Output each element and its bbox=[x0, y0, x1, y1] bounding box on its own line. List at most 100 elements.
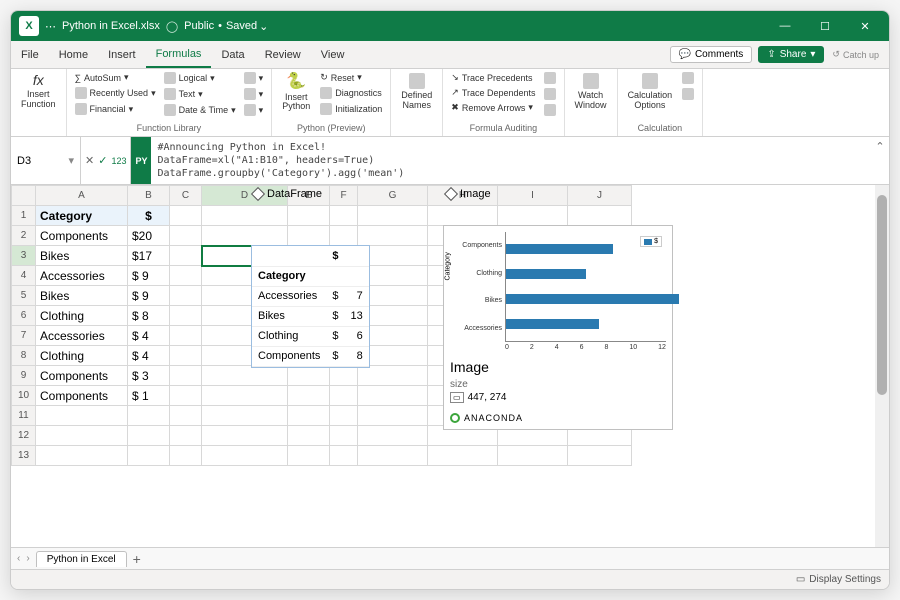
cell-C5[interactable] bbox=[170, 286, 202, 306]
col-header-B[interactable]: B bbox=[128, 186, 170, 206]
cell-B10[interactable]: $ 1 bbox=[128, 386, 170, 406]
cell-B11[interactable] bbox=[128, 406, 170, 426]
trace-dependents-button[interactable]: ↗Trace Dependents bbox=[449, 86, 537, 99]
col-header-J[interactable]: J bbox=[568, 186, 632, 206]
datetime-button[interactable]: Date & Time▾ bbox=[162, 103, 238, 117]
tab-file[interactable]: File bbox=[11, 41, 49, 68]
cell-D13[interactable] bbox=[202, 446, 288, 466]
cell-F2[interactable] bbox=[330, 226, 358, 246]
tab-home[interactable]: Home bbox=[49, 41, 98, 68]
cell-F13[interactable] bbox=[330, 446, 358, 466]
recently-used-button[interactable]: Recently Used▾ bbox=[73, 86, 158, 100]
add-sheet-button[interactable]: + bbox=[133, 551, 141, 567]
row-header-3[interactable]: 3 bbox=[12, 246, 36, 266]
cell-E10[interactable] bbox=[288, 386, 330, 406]
cell-A6[interactable]: Clothing bbox=[36, 306, 128, 326]
tab-data[interactable]: Data bbox=[211, 41, 254, 68]
cell-A8[interactable]: Clothing bbox=[36, 346, 128, 366]
logical-button[interactable]: Logical▾ bbox=[162, 71, 238, 85]
cell-G2[interactable] bbox=[358, 226, 428, 246]
financial-button[interactable]: Financial▾ bbox=[73, 102, 158, 116]
calc-extra-1[interactable] bbox=[680, 71, 696, 85]
cell-C3[interactable] bbox=[170, 246, 202, 266]
row-header-2[interactable]: 2 bbox=[12, 226, 36, 246]
row-header-4[interactable]: 4 bbox=[12, 266, 36, 286]
cell-E2[interactable] bbox=[288, 226, 330, 246]
row-header-13[interactable]: 13 bbox=[12, 446, 36, 466]
maximize-button[interactable]: ☐ bbox=[805, 11, 845, 41]
watch-window-button[interactable]: Watch Window bbox=[571, 71, 611, 113]
tab-insert[interactable]: Insert bbox=[98, 41, 146, 68]
cell-E1[interactable] bbox=[288, 206, 330, 226]
calc-options-button[interactable]: Calculation Options bbox=[624, 71, 677, 113]
cell-A3[interactable]: Bikes bbox=[36, 246, 128, 266]
cell-G12[interactable] bbox=[358, 426, 428, 446]
cell-F11[interactable] bbox=[330, 406, 358, 426]
close-button[interactable]: ✕ bbox=[845, 11, 885, 41]
cell-C4[interactable] bbox=[170, 266, 202, 286]
cell-C2[interactable] bbox=[170, 226, 202, 246]
cell-D9[interactable] bbox=[202, 366, 288, 386]
cell-G13[interactable] bbox=[358, 446, 428, 466]
row-header-9[interactable]: 9 bbox=[12, 366, 36, 386]
row-header-8[interactable]: 8 bbox=[12, 346, 36, 366]
cell-H13[interactable] bbox=[428, 446, 498, 466]
formula-input[interactable]: #Announcing Python in Excel! DataFrame=x… bbox=[151, 137, 871, 184]
cell-B5[interactable]: $ 9 bbox=[128, 286, 170, 306]
cell-A10[interactable]: Components bbox=[36, 386, 128, 406]
autosum-button[interactable]: ∑AutoSum▾ bbox=[73, 71, 158, 84]
cell-A2[interactable]: Components bbox=[36, 226, 128, 246]
vertical-scrollbar[interactable] bbox=[875, 185, 889, 547]
cell-C1[interactable] bbox=[170, 206, 202, 226]
cancel-icon[interactable]: ✕ bbox=[85, 154, 94, 167]
cell-B13[interactable] bbox=[128, 446, 170, 466]
reset-button[interactable]: ↻Reset▾ bbox=[318, 71, 384, 84]
row-header-10[interactable]: 10 bbox=[12, 386, 36, 406]
row-header-1[interactable]: 1 bbox=[12, 206, 36, 226]
trace-precedents-button[interactable]: ↘Trace Precedents bbox=[449, 71, 537, 84]
name-box[interactable]: D3▾ bbox=[11, 137, 81, 184]
cell-F1[interactable] bbox=[330, 206, 358, 226]
more-fn-2[interactable]: ▾ bbox=[242, 87, 266, 101]
more-fn-1[interactable]: ▾ bbox=[242, 71, 266, 85]
col-header-F[interactable]: F bbox=[330, 186, 358, 206]
cell-E12[interactable] bbox=[288, 426, 330, 446]
cell-I13[interactable] bbox=[498, 446, 568, 466]
remove-arrows-button[interactable]: ✖Remove Arrows▾ bbox=[449, 101, 537, 114]
expand-formula-bar[interactable]: ⌃ bbox=[871, 137, 889, 184]
col-header-C[interactable]: C bbox=[170, 186, 202, 206]
cell-B2[interactable]: $20 bbox=[128, 226, 170, 246]
tab-view[interactable]: View bbox=[311, 41, 355, 68]
cell-C6[interactable] bbox=[170, 306, 202, 326]
audit-extra-1[interactable] bbox=[542, 71, 558, 85]
cell-E11[interactable] bbox=[288, 406, 330, 426]
cell-C7[interactable] bbox=[170, 326, 202, 346]
cell-A13[interactable] bbox=[36, 446, 128, 466]
dataframe-object-label[interactable]: DataFrame bbox=[253, 188, 322, 200]
cell-D11[interactable] bbox=[202, 406, 288, 426]
cell-A9[interactable]: Components bbox=[36, 366, 128, 386]
col-header-I[interactable]: I bbox=[498, 186, 568, 206]
image-object-label[interactable]: Image bbox=[446, 188, 491, 200]
insert-function-button[interactable]: fxInsert Function bbox=[17, 71, 60, 112]
cell-A1[interactable]: Category bbox=[36, 206, 128, 226]
cell-I1[interactable] bbox=[498, 206, 568, 226]
sheet-nav-prev[interactable]: ‹ bbox=[17, 553, 20, 564]
cell-B1[interactable]: $ bbox=[128, 206, 170, 226]
cell-G11[interactable] bbox=[358, 406, 428, 426]
sheet-tab[interactable]: Python in Excel bbox=[36, 551, 127, 567]
row-header-11[interactable]: 11 bbox=[12, 406, 36, 426]
cell-A7[interactable]: Accessories bbox=[36, 326, 128, 346]
row-header-7[interactable]: 7 bbox=[12, 326, 36, 346]
cell-E13[interactable] bbox=[288, 446, 330, 466]
cell-G1[interactable] bbox=[358, 206, 428, 226]
cell-C12[interactable] bbox=[170, 426, 202, 446]
cell-D12[interactable] bbox=[202, 426, 288, 446]
cell-C8[interactable] bbox=[170, 346, 202, 366]
spreadsheet-grid[interactable]: ABCDEFGHIJ1Category$2Components$203Bikes… bbox=[11, 185, 889, 547]
calc-extra-2[interactable] bbox=[680, 87, 696, 101]
audit-extra-2[interactable] bbox=[542, 87, 558, 101]
minimize-button[interactable]: ― bbox=[765, 11, 805, 41]
initialization-button[interactable]: Initialization bbox=[318, 102, 384, 116]
text-button[interactable]: Text▾ bbox=[162, 87, 238, 101]
